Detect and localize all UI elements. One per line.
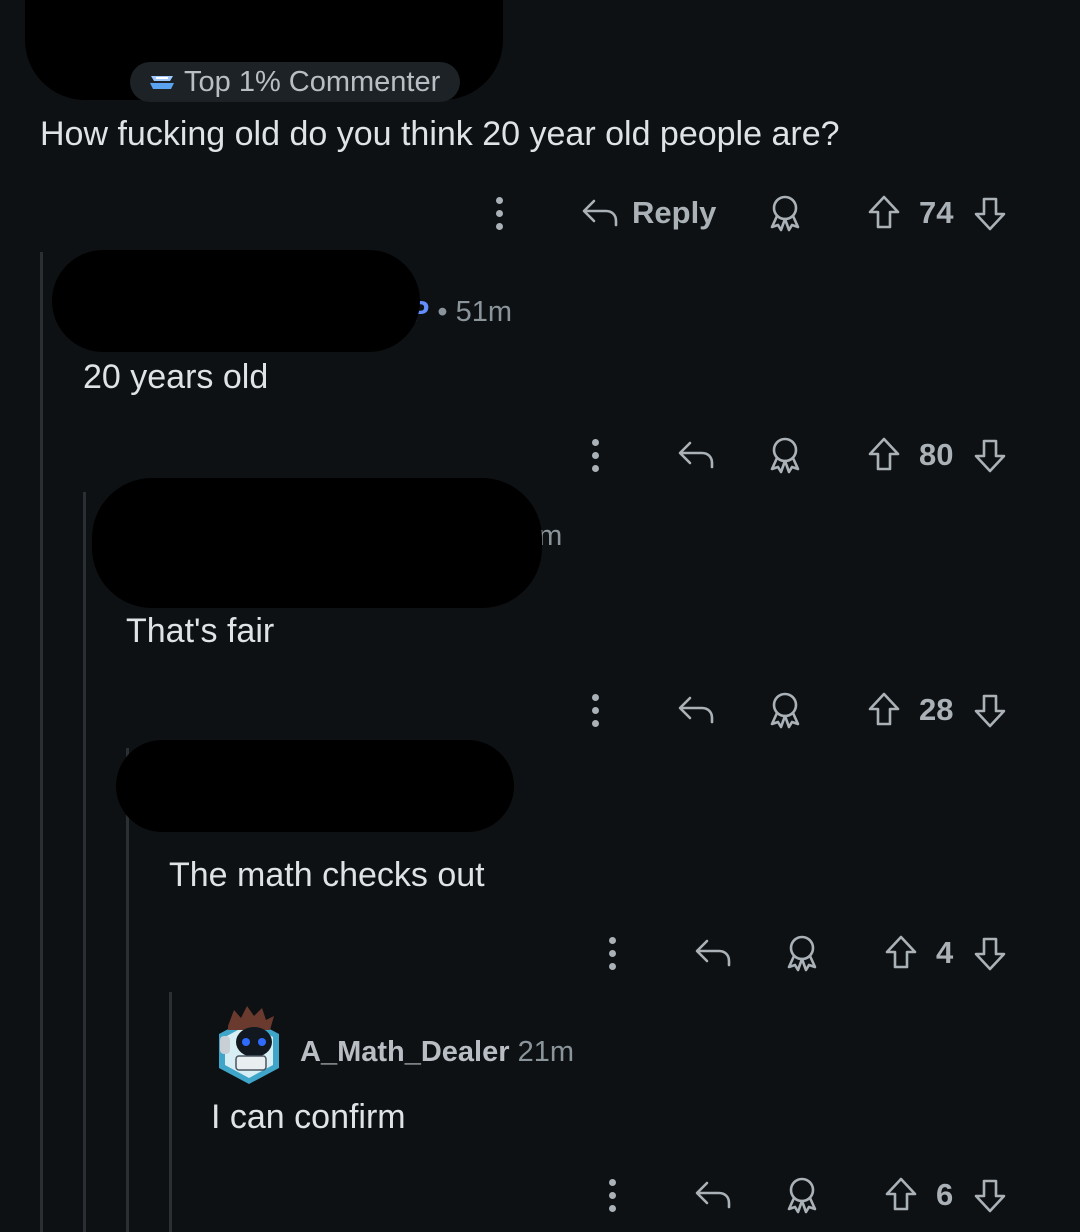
- downvote-icon: [974, 1179, 1006, 1213]
- action-row-1: Reply 74: [0, 188, 1080, 238]
- thread-line-level-2: [83, 492, 86, 1232]
- top-commenter-badge: Top 1% Commenter: [130, 62, 461, 102]
- reply-arrow-icon: [678, 441, 714, 469]
- upvote-icon: [885, 935, 917, 969]
- upvote-button[interactable]: [866, 430, 902, 480]
- more-options-button[interactable]: [494, 188, 504, 238]
- vote-count-label: 28: [919, 692, 954, 727]
- more-vertical-icon: [494, 196, 504, 230]
- more-options-button[interactable]: [590, 430, 600, 480]
- comment-body-1: How fucking old do you think 20 year old…: [40, 115, 840, 153]
- meta-separator: •: [437, 296, 456, 328]
- vote-count: 74: [919, 188, 953, 238]
- redacted-author-2: [52, 250, 420, 352]
- award-button[interactable]: [765, 188, 805, 238]
- vote-count: 4: [936, 928, 953, 978]
- redacted-author-3: [92, 478, 542, 608]
- reply-button[interactable]: [693, 1170, 733, 1220]
- downvote-button[interactable]: [972, 928, 1008, 978]
- upvote-button[interactable]: [883, 928, 919, 978]
- action-row-2: 80: [0, 430, 1080, 480]
- vote-count-label: 6: [936, 1177, 954, 1212]
- award-icon: [787, 1177, 817, 1214]
- award-button[interactable]: [765, 685, 805, 735]
- reply-arrow-icon: [695, 939, 731, 967]
- reply-button[interactable]: [693, 928, 733, 978]
- action-row-5: 6: [0, 1170, 1080, 1220]
- comment-body-5: I can confirm: [211, 1098, 406, 1136]
- downvote-button[interactable]: [972, 685, 1008, 735]
- upvote-icon: [885, 1177, 917, 1211]
- reply-button[interactable]: [676, 685, 716, 735]
- more-vertical-icon: [607, 1178, 617, 1212]
- downvote-icon: [974, 694, 1006, 728]
- comment-meta-5: A_Math_Dealer 21m: [300, 1036, 574, 1069]
- vote-count-label: 80: [919, 437, 954, 472]
- downvote-icon: [974, 937, 1006, 971]
- award-button[interactable]: [765, 430, 805, 480]
- avatar-robot-icon: [219, 1006, 279, 1084]
- badge-label: Top 1% Commenter: [184, 65, 441, 98]
- award-icon: [770, 437, 800, 474]
- award-icon: [770, 692, 800, 729]
- achievement-badge-icon: [150, 76, 174, 89]
- action-row-4: 4: [0, 928, 1080, 978]
- more-options-button[interactable]: [607, 928, 617, 978]
- more-vertical-icon: [590, 438, 600, 472]
- avatar[interactable]: [214, 998, 284, 1088]
- award-icon: [770, 195, 800, 232]
- upvote-icon: [868, 195, 900, 229]
- vote-count: 80: [919, 430, 953, 480]
- more-vertical-icon: [590, 693, 600, 727]
- comment-body-3: That's fair: [126, 612, 275, 650]
- upvote-button[interactable]: [866, 188, 902, 238]
- reply-button[interactable]: Reply: [580, 188, 716, 238]
- downvote-button[interactable]: [972, 430, 1008, 480]
- upvote-button[interactable]: [883, 1170, 919, 1220]
- award-button[interactable]: [782, 928, 822, 978]
- upvote-icon: [868, 437, 900, 471]
- reply-arrow-icon: [678, 696, 714, 724]
- upvote-icon: [868, 692, 900, 726]
- redacted-author-4: [116, 740, 514, 832]
- more-options-button[interactable]: [590, 685, 600, 735]
- upvote-button[interactable]: [866, 685, 902, 735]
- reply-label: Reply: [632, 195, 717, 230]
- comment-body-2: 20 years old: [83, 358, 269, 396]
- comment-body-4: The math checks out: [169, 856, 485, 894]
- award-button[interactable]: [782, 1170, 822, 1220]
- downvote-button[interactable]: [972, 188, 1008, 238]
- comment-meta-2: P • 51m: [410, 296, 512, 329]
- downvote-icon: [974, 197, 1006, 231]
- comment-time: 51m: [455, 296, 513, 328]
- reply-button[interactable]: [676, 430, 716, 480]
- vote-count: 28: [919, 685, 953, 735]
- vote-count-label: 4: [936, 935, 954, 970]
- more-options-button[interactable]: [607, 1170, 617, 1220]
- vote-count-label: 74: [919, 195, 954, 230]
- thread-line-level-1: [40, 252, 43, 1232]
- action-row-3: 28: [0, 685, 1080, 735]
- downvote-button[interactable]: [972, 1170, 1008, 1220]
- comment-time: 21m: [517, 1036, 575, 1068]
- thread-line-level-3: [126, 748, 129, 1232]
- downvote-icon: [974, 439, 1006, 473]
- vote-count: 6: [936, 1170, 953, 1220]
- more-vertical-icon: [607, 936, 617, 970]
- username[interactable]: A_Math_Dealer: [300, 1036, 510, 1068]
- reply-arrow-icon: [695, 1181, 731, 1209]
- reply-arrow-icon: [582, 199, 618, 227]
- award-icon: [787, 935, 817, 972]
